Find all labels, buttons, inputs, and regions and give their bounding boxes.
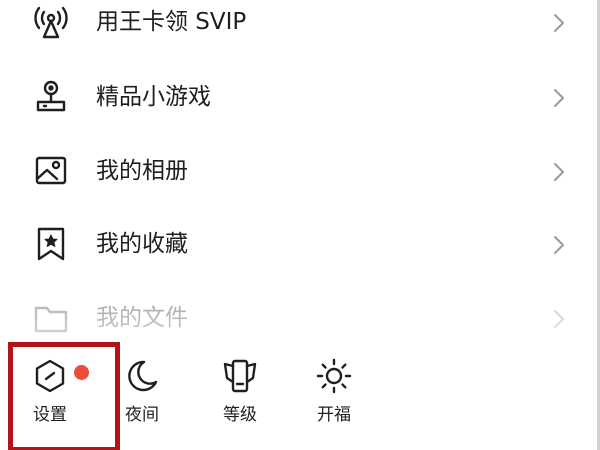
photo-album-icon bbox=[32, 152, 70, 190]
fortune-label: 开福 bbox=[317, 405, 351, 425]
level-card-icon bbox=[220, 356, 260, 396]
settings-label: 设置 bbox=[33, 405, 67, 425]
folder-icon bbox=[32, 299, 70, 337]
sun-icon bbox=[314, 356, 354, 396]
menu-item-svip[interactable]: 用王卡领 SVIP bbox=[0, 0, 600, 52]
joystick-icon bbox=[32, 78, 70, 116]
chevron-right-icon bbox=[552, 11, 566, 35]
settings-button[interactable]: 设置 bbox=[10, 356, 90, 436]
menu-item-mini-games[interactable]: 精品小游戏 bbox=[0, 67, 600, 127]
settings-hexagon-icon bbox=[30, 356, 70, 396]
fortune-button[interactable]: 开福 bbox=[294, 356, 374, 436]
notification-dot bbox=[74, 365, 89, 380]
menu-item-files[interactable]: 我的文件 bbox=[0, 288, 600, 348]
screen: 用王卡领 SVIP 精品小游戏 我的相册 我的收藏 我的文件 设置 夜间 等级 … bbox=[0, 0, 600, 450]
bookmark-star-icon bbox=[32, 225, 70, 263]
signal-tower-icon bbox=[32, 3, 70, 41]
night-mode-label: 夜间 bbox=[125, 405, 159, 425]
menu-item-label: 我的相册 bbox=[96, 158, 188, 184]
night-mode-button[interactable]: 夜间 bbox=[102, 356, 182, 436]
level-button[interactable]: 等级 bbox=[200, 356, 280, 436]
chevron-right-icon bbox=[552, 160, 566, 184]
menu-item-label: 我的文件 bbox=[96, 305, 188, 331]
chevron-right-icon bbox=[552, 86, 566, 110]
chevron-right-icon bbox=[552, 307, 566, 331]
menu-item-favorites[interactable]: 我的收藏 bbox=[0, 214, 600, 274]
menu-item-label: 用王卡领 SVIP bbox=[96, 9, 247, 35]
menu-item-label: 精品小游戏 bbox=[96, 84, 211, 110]
chevron-right-icon bbox=[552, 233, 566, 257]
level-label: 等级 bbox=[223, 405, 257, 425]
moon-icon bbox=[122, 356, 162, 396]
menu-item-label: 我的收藏 bbox=[96, 231, 188, 257]
bottom-toolbar: 设置 夜间 等级 开福 bbox=[0, 342, 600, 450]
menu-item-album[interactable]: 我的相册 bbox=[0, 141, 600, 201]
